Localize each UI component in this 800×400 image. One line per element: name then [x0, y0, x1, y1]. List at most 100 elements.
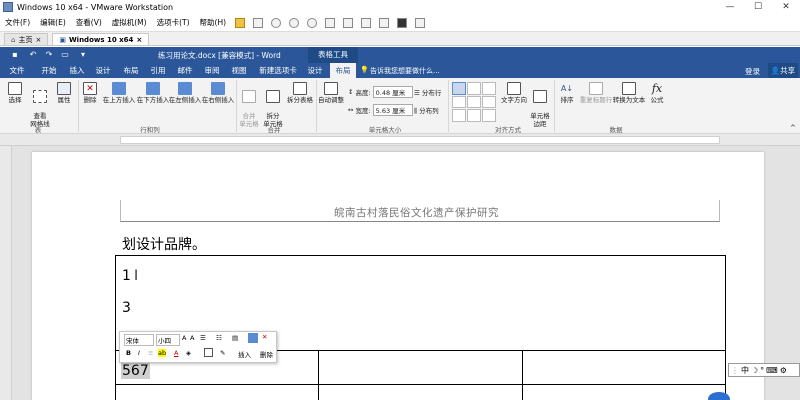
repeat-header-button[interactable]: 重复标题行	[578, 82, 614, 104]
redo-icon[interactable]: ↷	[44, 49, 54, 60]
tab-close-icon[interactable]: ×	[35, 36, 41, 44]
autofit-button[interactable]: 自动调整	[316, 82, 346, 104]
vertical-ruler[interactable]	[0, 146, 12, 400]
share-button[interactable]: 👤共享	[768, 63, 798, 78]
font-color-icon[interactable]: A	[174, 349, 178, 357]
manage-snapshots-icon[interactable]	[307, 17, 318, 28]
highlight-icon[interactable]: ab	[158, 349, 167, 357]
properties-button[interactable]: 属性	[54, 82, 74, 104]
ime-settings-icon[interactable]: ⚙	[780, 366, 787, 375]
console-icon[interactable]	[397, 17, 408, 28]
bold-icon[interactable]: B	[126, 349, 131, 357]
save-icon[interactable]: ▪	[10, 49, 20, 60]
close-icon[interactable]: ✕	[772, 0, 800, 14]
center-align-icon[interactable]: ≡	[148, 349, 153, 357]
split-cells-button[interactable]: 拆分 单元格	[262, 82, 284, 128]
stretch-icon[interactable]	[415, 17, 426, 28]
tab-table-layout[interactable]: 布局	[330, 63, 356, 78]
sort-button[interactable]: A↓ 排序	[556, 82, 578, 104]
grow-font-icon[interactable]: A	[182, 334, 186, 342]
tab-file[interactable]: 文件	[4, 63, 30, 78]
align-top-center-icon[interactable]	[467, 82, 481, 95]
menu-view[interactable]: 查看(V)	[71, 17, 107, 28]
ime-punct-icon[interactable]: °	[760, 366, 764, 375]
tab-home-ribbon[interactable]: 开始	[36, 63, 62, 78]
insert-above-button[interactable]: 在上方插入	[102, 82, 136, 104]
text-direction-button[interactable]: 文字方向	[500, 82, 528, 104]
tab-layout[interactable]: 布局	[118, 63, 144, 78]
snapshot-icon[interactable]	[271, 17, 282, 28]
sidebar-toggle-icon[interactable]	[325, 17, 336, 28]
align-top-left-icon[interactable]	[452, 82, 466, 95]
revert-snapshot-icon[interactable]	[289, 17, 300, 28]
font-size-box[interactable]: 小四	[156, 334, 180, 346]
unity-icon[interactable]	[379, 17, 390, 28]
tab-review[interactable]: 审阅	[199, 63, 225, 78]
view-gridlines-button[interactable]: 查看 网格线	[28, 82, 52, 128]
width-input[interactable]: 5.63 厘米	[372, 104, 413, 116]
mini-delete-button[interactable]: 删除	[260, 349, 273, 359]
collapse-ribbon-icon[interactable]: ^	[790, 124, 796, 132]
send-keys-icon[interactable]	[253, 17, 264, 28]
horizontal-ruler[interactable]	[0, 134, 800, 146]
italic-icon[interactable]: I	[138, 349, 140, 357]
tab-insert[interactable]: 插入	[64, 63, 90, 78]
align-middle-left-icon[interactable]	[452, 95, 466, 109]
maximize-icon[interactable]: ☐	[744, 0, 772, 14]
menu-tabs[interactable]: 选项卡(T)	[152, 17, 195, 28]
split-table-button[interactable]: 拆分表格	[285, 82, 315, 104]
merge-cells-button[interactable]: 合并 单元格	[238, 82, 260, 128]
distribute-cols-button[interactable]: ⫼ 分布列	[414, 105, 439, 116]
shading-icon[interactable]: ◈	[186, 349, 191, 357]
signin-link[interactable]: 登录	[745, 66, 760, 77]
thumbnail-icon[interactable]	[343, 17, 354, 28]
tab-close-icon[interactable]: ×	[136, 36, 142, 44]
align-middle-right-icon[interactable]	[482, 95, 496, 109]
borders-icon[interactable]	[204, 348, 213, 357]
insert-right-button[interactable]: 在右侧插入	[201, 82, 235, 104]
ime-mode[interactable]: 中	[741, 365, 749, 376]
tab-mailings[interactable]: 邮件	[172, 63, 198, 78]
fullscreen-icon[interactable]	[361, 17, 372, 28]
shrink-font-icon[interactable]: A	[190, 334, 194, 342]
insert-left-button[interactable]: 在左侧插入	[168, 82, 202, 104]
menu-vm[interactable]: 虚拟机(M)	[107, 17, 152, 28]
delete-table-icon[interactable]: ✕	[262, 333, 267, 341]
align-bottom-left-icon[interactable]	[452, 109, 466, 122]
align-bottom-center-icon[interactable]	[467, 109, 481, 122]
cell-margins-button[interactable]: 单元格 边距	[528, 82, 552, 128]
tab-new[interactable]: 新建选项卡	[256, 63, 300, 78]
insert-table-icon[interactable]	[248, 333, 258, 343]
undo-icon[interactable]: ↶	[28, 49, 38, 60]
mini-insert-button[interactable]: 插入	[238, 349, 251, 359]
numbering-icon[interactable]: ☷	[216, 334, 222, 342]
tell-me-box[interactable]: 告诉我您想要做什么...	[370, 66, 440, 76]
tab-references[interactable]: 引用	[145, 63, 171, 78]
insert-below-button[interactable]: 在下方插入	[136, 82, 170, 104]
customize-qat-icon[interactable]: ▾	[78, 49, 88, 60]
formula-button[interactable]: fx 公式	[646, 82, 668, 104]
format-painter-icon[interactable]: ✎	[220, 349, 225, 357]
cell-text-567-selected[interactable]: 567	[121, 363, 150, 379]
align-top-right-icon[interactable]	[482, 82, 496, 95]
convert-to-text-button[interactable]: 转换为文本	[612, 82, 646, 104]
menu-help[interactable]: 帮助(H)	[195, 17, 232, 28]
font-name-box[interactable]: 宋体	[124, 334, 154, 346]
tab-design[interactable]: 设计	[90, 63, 116, 78]
styles-icon[interactable]: ▤	[232, 334, 238, 342]
menu-edit[interactable]: 编辑(E)	[35, 17, 71, 28]
menu-file[interactable]: 文件(F)	[0, 17, 35, 28]
tab-home[interactable]: ⌂ 主页 ×	[4, 33, 49, 45]
height-input[interactable]: 0.48 厘米	[372, 86, 413, 98]
tab-table-design[interactable]: 设计	[302, 63, 328, 78]
align-bottom-right-icon[interactable]	[482, 109, 496, 122]
align-center-icon[interactable]	[467, 95, 481, 109]
ime-keyboard-icon[interactable]: ⌨	[766, 366, 778, 375]
tab-windows10[interactable]: ▣ Windows 10 x64 ×	[52, 33, 150, 45]
ime-moon-icon[interactable]: ☽	[751, 366, 758, 375]
tab-view[interactable]: 视图	[226, 63, 252, 78]
select-button[interactable]: 选择	[4, 82, 26, 104]
open-icon[interactable]: ▭	[60, 49, 70, 60]
minimize-icon[interactable]: —	[716, 0, 744, 14]
bullets-icon[interactable]: ☰	[200, 334, 206, 342]
